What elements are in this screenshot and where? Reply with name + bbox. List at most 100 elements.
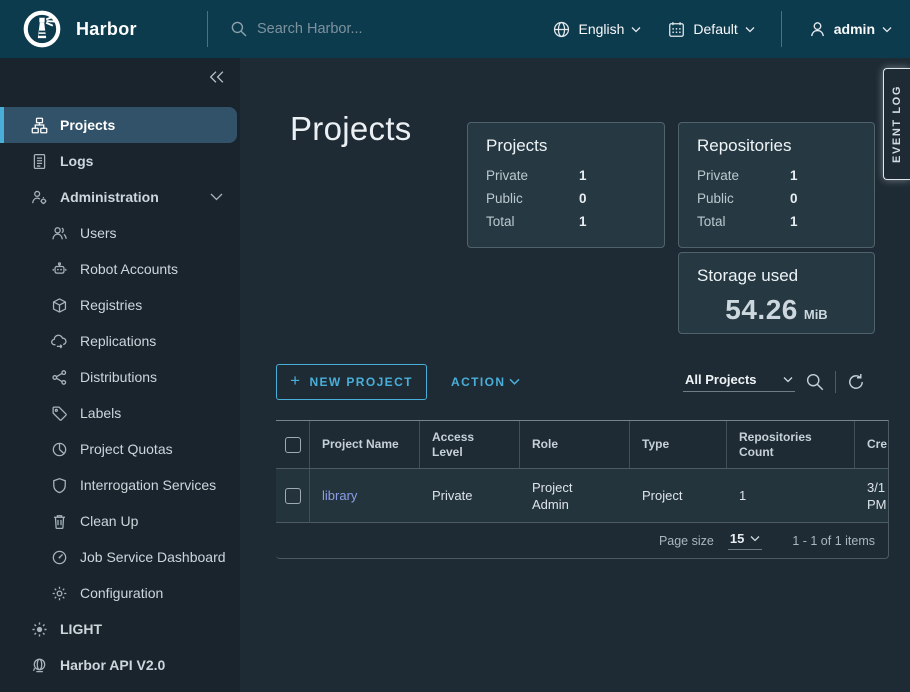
- logs-icon: [31, 153, 48, 170]
- sidebar-item-label: Replications: [80, 333, 156, 349]
- search-input[interactable]: [257, 21, 477, 37]
- stat-value: 1: [790, 164, 798, 187]
- sidebar-item-registries[interactable]: Registries: [0, 287, 240, 323]
- stat-value: 1: [579, 164, 587, 187]
- card-title: Projects: [486, 136, 646, 156]
- language-selector[interactable]: English: [552, 20, 641, 39]
- sidebar-item-harbor-api[interactable]: Harbor API V2.0: [0, 647, 240, 683]
- creation-time-line2: PM: [867, 496, 887, 513]
- topbar: Harbor English: [0, 0, 910, 58]
- sidebar-item-interrogation-services[interactable]: Interrogation Services: [0, 467, 240, 503]
- sidebar-item-theme-light[interactable]: LIGHT: [0, 611, 240, 647]
- action-dropdown-button[interactable]: ACTION: [451, 364, 520, 400]
- sidebar-item-project-quotas[interactable]: Project Quotas: [0, 431, 240, 467]
- select-all-checkbox[interactable]: [285, 437, 301, 453]
- default-selector[interactable]: Default: [667, 20, 754, 39]
- sidebar: Projects Logs Administration: [0, 58, 240, 692]
- stat-label: Total: [697, 210, 790, 233]
- plus-icon: +: [290, 371, 301, 391]
- language-value: English: [578, 21, 624, 37]
- projects-icon: [31, 117, 48, 134]
- stat-label: Public: [486, 187, 579, 210]
- action-label: ACTION: [451, 375, 505, 389]
- header-creation-time-clipped[interactable]: Cre: [855, 421, 888, 468]
- sidebar-item-distributions[interactable]: Distributions: [0, 359, 240, 395]
- sidebar-item-label: Registries: [80, 297, 142, 313]
- sidebar-item-job-service-dashboard[interactable]: Job Service Dashboard: [0, 539, 240, 575]
- storage-summary-card: Storage used 54.26MiB: [678, 252, 875, 334]
- sidebar-item-label: Interrogation Services: [80, 477, 216, 493]
- header-access-level[interactable]: Access Level: [420, 421, 520, 468]
- sidebar-item-configuration[interactable]: Configuration: [0, 575, 240, 611]
- stat-label: Private: [697, 164, 790, 187]
- refresh-icon: [846, 372, 866, 392]
- refresh-button[interactable]: [846, 372, 866, 392]
- page-size-select[interactable]: 15: [728, 531, 762, 550]
- sidebar-item-replications[interactable]: Replications: [0, 323, 240, 359]
- administration-icon: [31, 189, 48, 206]
- sidebar-item-label: Robot Accounts: [80, 261, 178, 277]
- gear-icon: [51, 585, 68, 602]
- topbar-divider: [781, 11, 782, 47]
- chevron-down-icon: [509, 378, 520, 386]
- cell-creation-time-clipped: 3/1 PM: [855, 469, 888, 522]
- sidebar-item-users[interactable]: Users: [0, 215, 240, 251]
- replications-icon: [51, 333, 68, 350]
- global-search: [208, 20, 552, 38]
- items-range: 1 - 1 of 1 items: [792, 534, 875, 548]
- chevron-down-icon: [210, 193, 223, 201]
- sidebar-item-label: Labels: [80, 405, 121, 421]
- brand-title: Harbor: [76, 19, 137, 40]
- stat-label: Private: [486, 164, 579, 187]
- user-menu[interactable]: admin: [808, 20, 892, 39]
- brand-block[interactable]: Harbor: [0, 9, 207, 49]
- storage-unit: MiB: [804, 307, 828, 322]
- project-link[interactable]: library: [322, 488, 357, 503]
- header-project-name[interactable]: Project Name: [310, 421, 420, 468]
- page-title: Projects: [290, 110, 412, 148]
- sidebar-item-label: Projects: [60, 117, 115, 133]
- sidebar-item-labels[interactable]: Labels: [0, 395, 240, 431]
- sidebar-item-label: Logs: [60, 153, 93, 169]
- page-size-label: Page size: [659, 534, 714, 548]
- select-all-header-cell: [276, 421, 310, 468]
- cell-role: Project Admin: [520, 469, 630, 522]
- search-filter-button[interactable]: [805, 372, 825, 392]
- sidebar-item-administration[interactable]: Administration: [0, 179, 240, 215]
- header-repositories-count[interactable]: Repositories Count: [727, 421, 855, 468]
- row-checkbox[interactable]: [285, 488, 301, 504]
- row-select-cell: [276, 469, 310, 522]
- projects-summary-card: Projects Private 1 Public 0 Total 1: [467, 122, 665, 248]
- chevron-down-icon: [882, 26, 892, 33]
- cell-repositories-count: 1: [727, 469, 855, 522]
- header-role[interactable]: Role: [520, 421, 630, 468]
- sidebar-item-label: Harbor API V2.0: [60, 657, 165, 673]
- new-project-button[interactable]: + NEW PROJECT: [276, 364, 427, 400]
- new-project-label: NEW PROJECT: [309, 375, 412, 389]
- share-icon: [51, 369, 68, 386]
- sidebar-item-label: LIGHT: [60, 621, 102, 637]
- sidebar-item-projects[interactable]: Projects: [0, 107, 237, 143]
- sidebar-item-label: Clean Up: [80, 513, 138, 529]
- header-type[interactable]: Type: [630, 421, 727, 468]
- event-log-tab[interactable]: EVENT LOG: [883, 68, 910, 180]
- stat-label: Total: [486, 210, 579, 233]
- projects-table: Project Name Access Level Role Type Repo…: [276, 420, 889, 559]
- sun-icon: [31, 621, 48, 638]
- sidebar-item-robot-accounts[interactable]: Robot Accounts: [0, 251, 240, 287]
- project-filter-value: All Projects: [685, 372, 757, 387]
- cell-project-name: library: [310, 469, 420, 522]
- project-filter-select[interactable]: All Projects: [683, 372, 795, 392]
- robot-icon: [51, 261, 68, 278]
- creation-time-line1: 3/1: [867, 479, 887, 496]
- search-icon: [805, 372, 825, 392]
- sidebar-item-clean-up[interactable]: Clean Up: [0, 503, 240, 539]
- event-log-label: EVENT LOG: [891, 85, 903, 163]
- list-filter-cluster: All Projects: [683, 364, 866, 400]
- sidebar-item-logs[interactable]: Logs: [0, 143, 240, 179]
- table-footer: Page size 15 1 - 1 of 1 items: [276, 523, 888, 558]
- table-row: library Private Project Admin Project 1 …: [276, 469, 888, 523]
- calendar-grid-icon: [667, 20, 686, 39]
- repositories-summary-card: Repositories Private 1 Public 0 Total 1: [678, 122, 875, 248]
- sidebar-collapse-button[interactable]: [208, 70, 225, 84]
